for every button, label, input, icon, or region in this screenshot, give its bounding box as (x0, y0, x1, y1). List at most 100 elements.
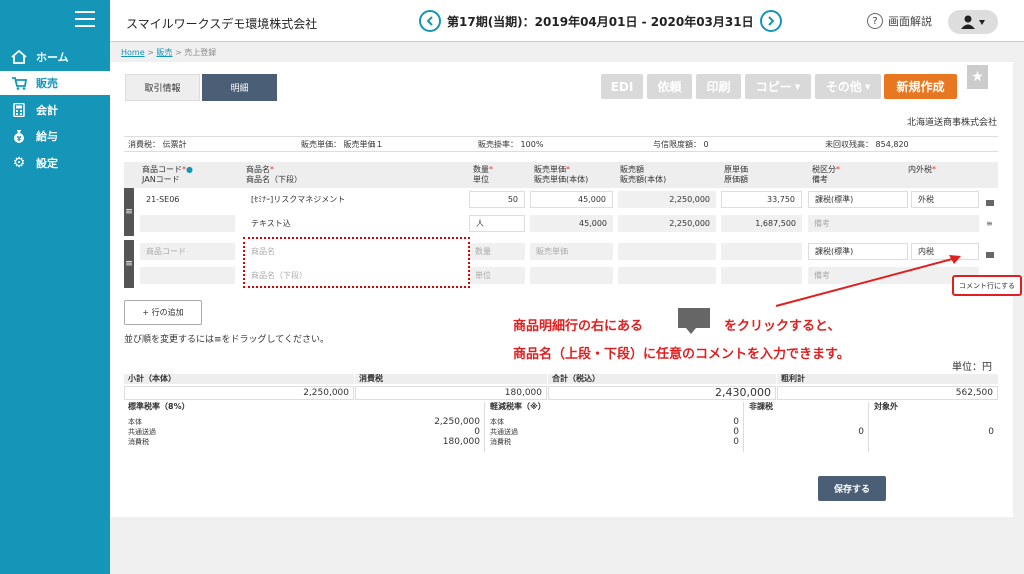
annotation-line1b: をクリックすると、 (724, 319, 841, 334)
breadcrumb: Home > 販売 > 売上登録 (121, 48, 217, 57)
highlight-box (243, 237, 470, 288)
customer-name: 北海道送商事株式会社 (906, 118, 997, 128)
col-header-name: 商品名* 商品名（下段） (246, 165, 302, 184)
outside-title: 対象外 (874, 402, 898, 411)
breadcrumb-home[interactable]: Home (121, 48, 145, 57)
chevron-down-icon: ▼ (864, 82, 871, 91)
calculator-icon (10, 103, 28, 117)
standard-tax-title: 標準税率（8%） (128, 402, 190, 411)
cart-icon (10, 76, 28, 90)
red-ship-value: 0 (733, 427, 739, 437)
gross-label: 粗利計 (777, 374, 998, 384)
outside-value: 0 (988, 427, 994, 437)
new-create-button[interactable]: 新規作成 (884, 74, 957, 99)
request-button[interactable]: 依頼 (647, 74, 692, 99)
col-header-code: 商品コード*● JANコード (142, 165, 193, 184)
row2-amount (618, 243, 716, 260)
copy-label: コピー (755, 80, 792, 94)
sidebar-item-label: 給与 (36, 130, 58, 143)
favorite-star-icon[interactable]: ★ (967, 65, 988, 89)
col-header-inout: 内外税* (908, 165, 936, 174)
row1-name-lower[interactable]: テキスト込 (245, 215, 466, 232)
col-header-qty: 数量* 単位 (473, 165, 493, 184)
edi-button[interactable]: EDI (601, 74, 643, 99)
tab-detail[interactable]: 明細 (202, 74, 277, 101)
row1-cost[interactable]: 33,750 (721, 191, 802, 208)
print-button[interactable]: 印刷 (696, 74, 741, 99)
next-period-button[interactable] (759, 10, 782, 32)
tax-label: 消費税 (355, 374, 547, 384)
row2-unit[interactable]: 単位 (469, 267, 525, 284)
breadcrumb-sales[interactable]: 販売 (156, 48, 172, 57)
help-icon: ? (867, 13, 883, 29)
sidebar-item-sales[interactable]: 販売 (0, 71, 110, 95)
comment-icon[interactable] (986, 200, 994, 206)
row2-amount-body (618, 267, 716, 284)
row1-price[interactable]: 45,000 (530, 191, 613, 208)
row2-jan[interactable] (140, 267, 235, 284)
menu-icon[interactable] (75, 11, 95, 27)
col-header-amount: 販売額 販売額(本体) (620, 165, 667, 184)
info-row: 消費税： 伝票計 販売単価： 販売単価１ 販売掛率： 100% 与信限度額： 0… (124, 136, 998, 152)
help-label: 画面解説 (888, 15, 932, 28)
period-navigator: 第17期(当期)：2019年04月01日 - 2020年03月31日 (419, 10, 782, 32)
save-button[interactable]: 保存する (818, 476, 886, 501)
row1-memo-input[interactable]: 備考 (808, 215, 979, 232)
drag-handle[interactable]: ≡ (124, 188, 134, 236)
unpaid-label: 未回収残高： (825, 139, 873, 149)
col-header-cost: 原単価 原価額 (724, 165, 748, 184)
other-button[interactable]: その他 ▼ (815, 74, 881, 99)
sidebar-item-label: 会計 (36, 104, 58, 117)
red-tax-value: 0 (733, 437, 739, 447)
other-label: その他 (825, 80, 862, 94)
breadcrumb-current: 売上登録 (184, 48, 217, 57)
help-link[interactable]: ? 画面解説 (867, 13, 932, 29)
unit-price-value: 販売単価１ (343, 139, 384, 149)
sidebar-item-payroll[interactable]: ¥ 給与 (0, 124, 110, 148)
comment-icon[interactable] (986, 252, 994, 258)
row1-amount: 2,250,000 (618, 191, 716, 208)
sidebar: ホーム 販売 会計 ¥ 給与 ⚙ 設定 (0, 0, 110, 574)
std-body-label: 本体 (128, 418, 142, 426)
row2-price[interactable]: 販売単価 (530, 243, 613, 260)
row1-qty[interactable]: 50 (469, 191, 525, 208)
row1-cost-amount: 1,687,500 (721, 215, 802, 232)
rate-value: 100% (520, 139, 544, 149)
row2-code[interactable]: 商品コード (140, 243, 235, 260)
row1-tax-class-select[interactable]: 課税(標準) (808, 191, 908, 208)
row2-qty[interactable]: 数量 (469, 243, 525, 260)
row1-jan[interactable] (140, 215, 235, 232)
exempt-value: 0 (858, 427, 864, 437)
col-header-price: 販売単価* 販売単価(本体) (534, 165, 589, 184)
sidebar-item-accounting[interactable]: 会計 (0, 98, 110, 122)
sidebar-item-label: 販売 (36, 77, 58, 90)
chevron-down-icon: ▼ (794, 82, 801, 91)
tax-mode-label: 消費税： (128, 139, 160, 149)
std-tax-value: 180,000 (442, 437, 480, 447)
drag-note: 並び順を変更するには≡をドラッグしてください。 (124, 335, 330, 345)
tab-transaction-info[interactable]: 取引情報 (125, 74, 200, 101)
row1-inout-select[interactable]: 外税 (911, 191, 979, 208)
exempt-box: 非課税 0 (745, 402, 869, 452)
row1-name[interactable]: [ｾﾐﾅｰ]リスクマネジメント (245, 191, 466, 208)
home-icon (10, 50, 28, 64)
row1-amount-body: 2,250,000 (618, 215, 716, 232)
sidebar-item-home[interactable]: ホーム (0, 45, 110, 69)
user-menu-button[interactable] (948, 10, 998, 34)
annotation-arrow (775, 255, 961, 307)
total-value: 2,430,000 (548, 386, 776, 400)
add-row-button[interactable]: + 行の追加 (124, 300, 202, 325)
row1-code[interactable]: 21-SE06 (140, 191, 235, 208)
sidebar-item-settings[interactable]: ⚙ 設定 (0, 151, 110, 175)
drag-handle[interactable]: ≡ (124, 240, 134, 288)
credit-label: 与信限度額： (653, 139, 701, 149)
row-menu-icon[interactable]: ≡ (986, 220, 994, 228)
standard-tax-box: 標準税率（8%） 本体 2,250,000 共通送過 0 消費税 180,000 (124, 402, 485, 452)
red-body-value: 0 (733, 417, 739, 427)
annotation-line1a: 商品明細行の右にある (513, 319, 644, 334)
money-bag-icon: ¥ (10, 129, 28, 143)
row1-unit[interactable]: 人 (469, 215, 525, 232)
copy-button[interactable]: コピー ▼ (745, 74, 811, 99)
unit-label: 単位：円 (952, 362, 992, 373)
prev-period-button[interactable] (419, 10, 441, 32)
